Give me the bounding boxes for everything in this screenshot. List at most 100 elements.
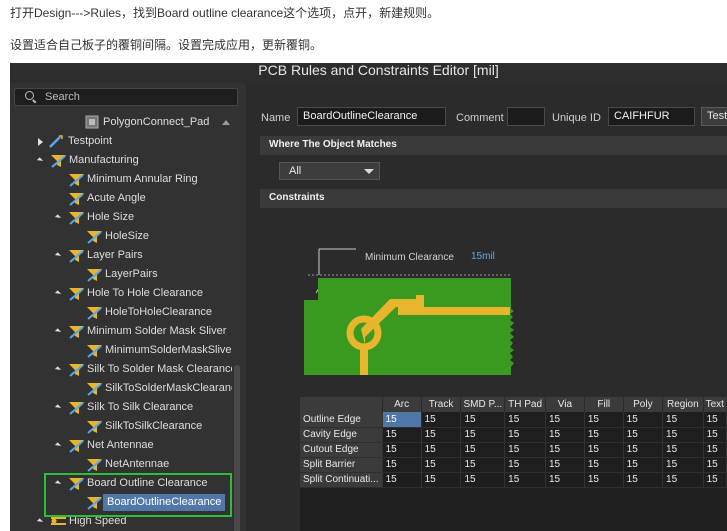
grid-col-header[interactable]: Fill	[584, 397, 624, 412]
tree-item-holesize-rule[interactable]: HoleSize	[10, 227, 232, 246]
grid-cell[interactable]: 15	[584, 412, 624, 428]
rule-funnel-icon	[69, 364, 84, 377]
grid-cell[interactable]: 15	[460, 457, 506, 473]
tree-item-silktosoldermaskclearance-rule[interactable]: SilkToSolderMaskClearanc	[10, 379, 232, 398]
grid-cell[interactable]: 15	[584, 442, 624, 458]
grid-cell[interactable]: 15	[382, 457, 422, 473]
grid-col-header[interactable]: Via	[545, 397, 585, 412]
grid-cell[interactable]: 15	[584, 472, 624, 488]
tree-item-manufacturing[interactable]: Manufacturing	[10, 151, 232, 170]
grid-col-header[interactable]: SMD P...	[460, 397, 506, 412]
collapse-arrow-icon[interactable]	[54, 366, 62, 373]
tree-item-label: HoleToHoleClearance	[105, 306, 213, 318]
rule-funnel-icon	[87, 345, 102, 358]
comment-field[interactable]	[507, 107, 545, 126]
grid-cell[interactable]: 15	[662, 442, 704, 458]
grid-cell[interactable]: 15	[382, 427, 422, 443]
collapse-arrow-icon[interactable]	[54, 442, 62, 449]
grid-cell[interactable]: 15	[504, 472, 546, 488]
grid-cell[interactable]: 15	[545, 412, 585, 428]
tree-item-silktosilkclearance-rule[interactable]: SilkToSilkClearance	[10, 417, 232, 436]
tree-item-layer-pairs[interactable]: Layer Pairs	[10, 246, 232, 265]
tree-item-minimum-solder-mask-sliver[interactable]: Minimum Solder Mask Sliver	[10, 322, 232, 341]
grid-col-header[interactable]: Region	[662, 397, 704, 412]
tree-item-acute-angle[interactable]: Acute Angle	[10, 189, 232, 208]
grid-cell[interactable]: 15	[662, 427, 704, 443]
grid-cell[interactable]: 15	[623, 442, 664, 458]
tree-item-minimum-annular-ring[interactable]: Minimum Annular Ring	[10, 170, 232, 189]
grid-cell[interactable]: 15	[460, 427, 506, 443]
grid-cell[interactable]: 15	[545, 457, 585, 473]
tree-item-silk-to-silk-clearance[interactable]: Silk To Silk Clearance	[10, 398, 232, 417]
collapse-arrow-icon[interactable]	[54, 290, 62, 297]
grid-cell[interactable]: 15	[703, 472, 727, 488]
collapse-arrow-icon[interactable]	[54, 214, 62, 221]
grid-cell[interactable]: 15	[421, 457, 462, 473]
grid-cell[interactable]: 15	[584, 427, 624, 443]
grid-cell[interactable]: 15	[460, 412, 506, 428]
grid-cell[interactable]: 15	[421, 442, 462, 458]
grid-cell[interactable]: 15	[504, 412, 546, 428]
tree-item-minimumsoldermasksliver-rule[interactable]: MinimumSolderMaskSlive	[10, 341, 232, 360]
collapse-arrow-icon[interactable]	[54, 328, 62, 335]
grid-cell[interactable]: 15	[662, 412, 704, 428]
grid-cell[interactable]: 15	[623, 472, 664, 488]
grid-col-header[interactable]: Poly	[623, 397, 664, 412]
grid-cell[interactable]: 15	[662, 472, 704, 488]
tree-item-holetoholeclearance-rule[interactable]: HoleToHoleClearance	[10, 303, 232, 322]
grid-cell[interactable]: 15	[545, 427, 585, 443]
test-button[interactable]: Test	[701, 107, 727, 126]
grid-cell[interactable]: 15	[623, 427, 664, 443]
grid-col-header[interactable]: Track	[421, 397, 462, 412]
collapse-arrow-icon[interactable]	[36, 157, 44, 164]
grid-col-header[interactable]: TH Pad	[504, 397, 546, 412]
table-row: Outline Edge 15 15 15 15 15 15 15 15 15	[300, 412, 727, 428]
grid-cell[interactable]: 15	[662, 457, 704, 473]
tree-item-testpoint[interactable]: Testpoint	[10, 132, 232, 151]
grid-col-header[interactable]: Arc	[382, 397, 422, 412]
tree-item-silk-to-solder-mask-clearance[interactable]: Silk To Solder Mask Clearance	[10, 360, 232, 379]
unique-id-field[interactable]: CAIFHFUR	[608, 107, 695, 126]
grid-cell[interactable]: 15	[545, 442, 585, 458]
scroll-up-icon[interactable]	[222, 120, 230, 125]
tree-scrollbar[interactable]	[234, 365, 240, 531]
rule-funnel-icon	[87, 459, 102, 472]
grid-cell[interactable]: 15	[421, 472, 462, 488]
tree-item-hole-to-hole-clearance[interactable]: Hole To Hole Clearance	[10, 284, 232, 303]
grid-cell[interactable]: 15	[584, 457, 624, 473]
expand-arrow-icon[interactable]	[38, 138, 43, 146]
collapse-arrow-icon[interactable]	[54, 252, 62, 259]
collapse-arrow-icon[interactable]	[54, 404, 62, 411]
grid-cell[interactable]: 15	[504, 442, 546, 458]
grid-cell[interactable]: 15	[623, 412, 664, 428]
grid-cell[interactable]: 15	[421, 427, 462, 443]
grid-cell[interactable]: 15	[703, 412, 727, 428]
grid-cell[interactable]: 15	[504, 427, 546, 443]
grid-cell[interactable]: 15	[421, 412, 462, 428]
grid-cell[interactable]: 15	[545, 472, 585, 488]
grid-cell[interactable]: 15	[382, 472, 422, 488]
grid-cell[interactable]: 15	[703, 427, 727, 443]
tree-item-layerpairs-rule[interactable]: LayerPairs	[10, 265, 232, 284]
name-field[interactable]: BoardOutlineClearance	[297, 107, 446, 126]
grid-cell-selected[interactable]: 15	[382, 412, 422, 428]
tree-item-hole-size[interactable]: Hole Size	[10, 208, 232, 227]
grid-cell[interactable]: 15	[703, 457, 727, 473]
grid-cell[interactable]: 15	[504, 457, 546, 473]
grid-row-header: Split Barrier	[300, 457, 383, 473]
grid-cell[interactable]: 15	[623, 457, 664, 473]
grid-cell[interactable]: 15	[460, 442, 506, 458]
search-input[interactable]: Search	[14, 88, 238, 106]
grid-cell[interactable]: 15	[460, 472, 506, 488]
grid-cell[interactable]: 15	[382, 442, 422, 458]
match-dropdown[interactable]: All	[279, 162, 380, 180]
grid-col-header[interactable]: Text	[703, 397, 727, 412]
tree-item-label: Manufacturing	[69, 154, 139, 166]
collapse-arrow-icon[interactable]	[36, 518, 44, 525]
tree-item-label: HoleSize	[105, 230, 150, 242]
tree-item-net-antennae[interactable]: Net Antennae	[10, 436, 232, 455]
tree-item-polygonconnect-pad[interactable]: PolygonConnect_Pad	[10, 113, 232, 132]
grid-cell[interactable]: 15	[703, 442, 727, 458]
tree-item-netantennae-rule[interactable]: NetAntennae	[10, 455, 232, 474]
tree-item-label: LayerPairs	[105, 268, 158, 280]
